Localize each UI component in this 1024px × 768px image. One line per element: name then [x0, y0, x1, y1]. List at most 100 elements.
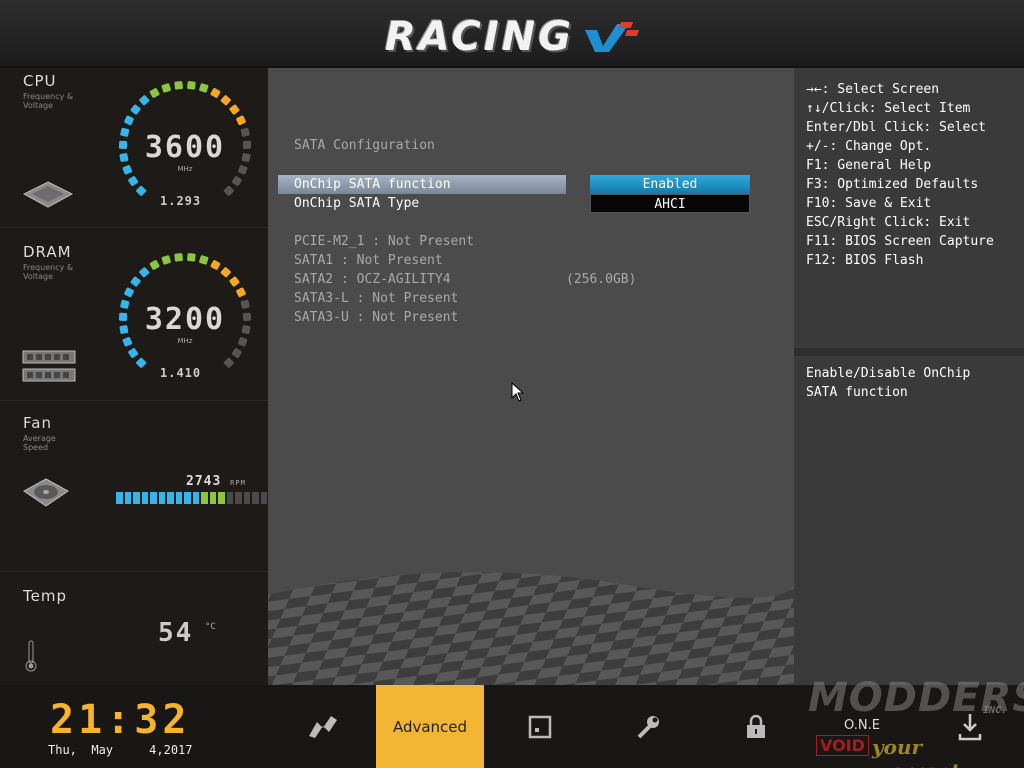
- gauge-segment: [229, 276, 240, 287]
- tab-oc-tweaker[interactable]: [594, 685, 702, 768]
- mouse-pointer-icon: [511, 382, 525, 402]
- logo-text: RACING: [385, 14, 575, 60]
- gauge-segment: [210, 88, 221, 98]
- racing-logo: RACING: [385, 12, 647, 64]
- gauge-segment: [130, 276, 141, 287]
- watermark-tagline: your warranty: [872, 735, 972, 768]
- main-content-panel: SATA Configuration OnChip SATA function …: [268, 68, 794, 685]
- watermark-void: VOID: [816, 735, 869, 756]
- gauge-segment: [220, 267, 231, 278]
- fan-bar-segment: [184, 492, 191, 504]
- help-key-line: F1: General Help: [806, 158, 932, 173]
- temp-title: Temp: [23, 587, 67, 605]
- help-key-line: Enter/Dbl Click: Select: [806, 120, 987, 135]
- gauge-segment: [130, 104, 141, 115]
- fan-bar-segment: [235, 492, 242, 504]
- onchip-sata-type-label[interactable]: OnChip SATA Type: [294, 196, 419, 211]
- tab-tools[interactable]: [486, 685, 594, 768]
- temp-value: 54: [158, 618, 194, 648]
- chip-icon: [528, 715, 552, 738]
- gauge-segment: [236, 115, 246, 126]
- fan-subtitle: Average Speed: [23, 434, 56, 452]
- clock-time: 21:32: [50, 697, 191, 743]
- tab-advanced-label: Advanced: [392, 717, 468, 736]
- dram-frequency-value: 3200: [144, 302, 226, 337]
- onchip-sata-type-value[interactable]: AHCI: [590, 194, 750, 213]
- fan-bar-segment: [201, 492, 208, 504]
- gauge-segment: [139, 267, 150, 278]
- cpu-frequency-unit: MHz: [177, 165, 193, 173]
- fan-bar-segment: [243, 492, 250, 504]
- gauge-segment: [128, 176, 139, 186]
- gauge-segment: [161, 83, 171, 93]
- fan-bar-segment: [150, 492, 157, 504]
- dram-subtitle: Frequency & Voltage: [23, 263, 74, 281]
- watermark-inc: INC.: [983, 705, 1008, 716]
- port-sata2-size: (256.0GB): [566, 272, 637, 287]
- fan-bar-segment: [133, 492, 140, 504]
- help-key-line: →←: Select Screen: [806, 82, 940, 97]
- gauge-segment: [136, 185, 147, 196]
- help-panel: →←: Select Screen ↑↓/Click: Select Item …: [794, 68, 1024, 685]
- dram-voltage-value: 1.410: [160, 366, 202, 380]
- fan-bar-segment: [167, 492, 174, 504]
- temp-section: Temp: [0, 573, 268, 685]
- gauge-segment: [187, 81, 196, 90]
- cpu-voltage-value: 1.293: [160, 194, 202, 208]
- help-key-line: +/-: Change Opt.: [806, 139, 932, 154]
- fan-icon: [23, 478, 69, 507]
- gauge-segment: [124, 287, 134, 298]
- cpu-subtitle: Frequency & Voltage: [23, 92, 74, 110]
- port-sata1: SATA1 : Not Present: [294, 253, 443, 268]
- gauge-segment: [223, 357, 234, 368]
- fan-rpm-unit: RPM: [230, 479, 246, 487]
- item-description-line: Enable/Disable OnChip: [806, 366, 971, 381]
- gauge-segment: [236, 287, 246, 298]
- cpu-frequency-value: 3600: [144, 130, 226, 165]
- lock-icon: [747, 714, 765, 738]
- port-sata2: SATA2 : OCZ-AGILITY4: [294, 272, 451, 287]
- key-help-box: →←: Select Screen ↑↓/Click: Select Item …: [794, 68, 1024, 348]
- help-key-line: ESC/Right Click: Exit: [806, 215, 971, 230]
- help-key-line: F3: Optimized Defaults: [806, 177, 979, 192]
- gauge-segment: [229, 104, 240, 115]
- checkered-flag-background: [268, 572, 794, 685]
- fan-bar-segment: [192, 492, 199, 504]
- port-sata3-u: SATA3-U : Not Present: [294, 310, 459, 325]
- fan-bar-segment: [218, 492, 225, 504]
- fan-speed-bar: [116, 492, 284, 504]
- gauge-segment: [199, 255, 209, 265]
- cpu-chip-icon: [22, 181, 74, 208]
- tab-security[interactable]: [702, 685, 810, 768]
- tab-advanced[interactable]: Advanced: [376, 685, 484, 768]
- dram-frequency-unit: MHz: [177, 337, 193, 345]
- fan-bar-segment: [209, 492, 216, 504]
- help-key-line: F10: Save & Exit: [806, 196, 932, 211]
- port-pcie-m2-1: PCIE-M2_1 : Not Present: [294, 234, 475, 249]
- thermometer-icon: [25, 640, 37, 672]
- gauge-segment: [149, 88, 160, 98]
- tab-main[interactable]: [270, 685, 378, 768]
- dram-gauge: 3200 MHz 1.410: [110, 244, 260, 394]
- gauge-segment: [149, 260, 160, 270]
- gauge-segment: [161, 255, 171, 265]
- clock-date: Thu, May 4,2017: [48, 743, 193, 757]
- fan-rpm-value: 2743: [186, 474, 222, 489]
- port-sata3-l: SATA3-L : Not Present: [294, 291, 459, 306]
- gauge-segment: [187, 253, 196, 262]
- header-bar: RACING: [0, 0, 1024, 68]
- racing-v-mark-icon: [585, 22, 639, 52]
- onchip-sata-function-value[interactable]: Enabled: [590, 175, 750, 194]
- gauge-segment: [136, 357, 147, 368]
- onchip-sata-function-label[interactable]: OnChip SATA function: [294, 177, 451, 192]
- dram-module-icon: [22, 350, 76, 382]
- fan-bar-segment: [252, 492, 259, 504]
- fan-bar-segment: [175, 492, 182, 504]
- help-key-line: ↑↓/Click: Select Item: [806, 101, 971, 116]
- gauge-segment: [210, 260, 221, 270]
- item-description-box: Enable/Disable OnChip SATA function: [794, 356, 1024, 685]
- wrench-icon: [637, 715, 659, 738]
- flag-icon: [309, 715, 337, 738]
- gauge-segment: [174, 81, 183, 90]
- fan-speed-readout: 2743 RPM: [186, 474, 246, 489]
